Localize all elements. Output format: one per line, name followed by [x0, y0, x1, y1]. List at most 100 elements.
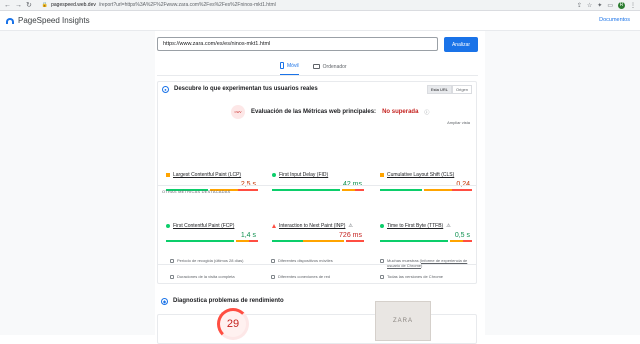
footer-text-suffix: )	[421, 263, 423, 268]
expand-view-link[interactable]: Ampliar vista	[447, 120, 470, 125]
assessment-result: No superada	[382, 109, 419, 115]
metric-name-link[interactable]: Largest Contentful Paint (LCP)	[173, 172, 241, 178]
footer-text: Periodo de recogida (últimos 28 días)	[177, 258, 244, 263]
metric-name-link[interactable]: Time to First Byte (TTFB)	[387, 223, 443, 229]
distribution-segment	[237, 189, 258, 191]
status-green-icon	[166, 224, 170, 228]
samples-icon	[380, 259, 384, 263]
footer-text: Todas las versiones de Chrome	[387, 274, 444, 279]
tab-desktop[interactable]: Ordenador	[312, 62, 347, 76]
metric-card: First Contentful Paint (FCP) 1,4 s	[166, 223, 258, 242]
distribution-segment	[272, 240, 304, 242]
logo[interactable]: PageSpeed Insights	[6, 16, 90, 25]
toggle-this-url[interactable]: Esta URL	[426, 85, 452, 94]
metric-name-link[interactable]: First Contentful Paint (FCP)	[173, 223, 234, 229]
status-orange-icon	[380, 173, 384, 177]
distribution-segment	[462, 240, 472, 242]
address-bar[interactable]: 🔒 pagespeed.web.dev/report?url=https%3A%…	[42, 2, 577, 8]
distribution-bar	[272, 189, 364, 191]
url-input[interactable]	[157, 37, 438, 51]
devices-icon	[271, 259, 275, 263]
browser-tools: ⇪ ☆ ✦ ▭ R ⋮	[577, 1, 636, 9]
distribution-segment	[248, 240, 258, 242]
status-green-icon	[380, 224, 384, 228]
metric-name-link[interactable]: Interaction to Next Paint (INP)	[279, 223, 345, 229]
experimental-icon: ⚠	[446, 223, 451, 229]
diagnose-icon: ◆	[161, 297, 168, 305]
calendar-icon	[170, 259, 174, 263]
field-data-title: Descubre lo que experimentan tus usuario…	[174, 86, 318, 92]
distribution-bar	[380, 189, 472, 191]
profile-avatar[interactable]: R	[618, 1, 625, 9]
footer-item: Diferentes dispositivos móviles	[271, 258, 371, 263]
address-domain: pagespeed.web.dev	[51, 2, 96, 8]
tabs-divider	[157, 75, 478, 76]
metric-name-link[interactable]: Cumulative Layout Shift (CLS)	[387, 172, 454, 178]
metric-label-row: Cumulative Layout Shift (CLS)	[380, 172, 472, 178]
tab-mobile[interactable]: Móvil	[280, 62, 299, 76]
distribution-segment	[380, 240, 449, 242]
analyze-button[interactable]: Analizar	[444, 37, 478, 52]
star-icon[interactable]: ☆	[587, 2, 592, 9]
url-origin-toggle: Esta URL Origen	[426, 85, 472, 94]
users-icon: ●	[162, 85, 169, 93]
metric-value: 726 ms	[339, 232, 362, 239]
toggle-origin[interactable]: Origen	[451, 85, 472, 94]
footer-item: Periodo de recogida (últimos 28 días)	[170, 258, 270, 263]
metric-card: Time to First Byte (TTFB) ⚠ 0,5 s	[380, 223, 472, 242]
main-content: Analizar Móvil Ordenador ● Descubre lo q…	[155, 31, 485, 344]
site-header: PageSpeed Insights Documentos	[0, 11, 640, 31]
distribution-segment	[303, 240, 344, 242]
distribution-bar	[380, 240, 472, 242]
wifi-icon	[271, 275, 275, 279]
browser-nav: ← → ↻	[4, 2, 32, 9]
metric-card: Cumulative Layout Shift (CLS)0,24	[380, 172, 472, 191]
footer-item: Muchas muestras (Informe de experiencia …	[380, 258, 480, 268]
info-icon[interactable]: ⓘ	[424, 109, 429, 116]
distribution-segment	[354, 189, 364, 191]
metric-value: 0,5 s	[454, 232, 470, 239]
forward-icon[interactable]: →	[15, 2, 22, 9]
page-screenshot-thumbnail: ZARA	[375, 301, 431, 341]
status-red-icon	[272, 224, 276, 228]
metric-label-row: Time to First Byte (TTFB) ⚠	[380, 223, 472, 229]
footer-text: Diferentes conexiones de red	[278, 274, 331, 279]
distribution-segment	[272, 189, 341, 191]
distribution-bar	[272, 240, 364, 242]
desktop-icon	[312, 64, 320, 69]
pagespeed-logo-icon	[6, 17, 14, 24]
docs-link[interactable]: Documentos	[599, 17, 630, 23]
reload-icon[interactable]: ↻	[26, 2, 32, 9]
metric-name-link[interactable]: First Input Delay (FID)	[279, 172, 328, 178]
footer-item: Todas las versiones de Chrome	[380, 274, 480, 279]
address-path: /report?url=https%3A%2F%2Fwww.zara.com%2…	[98, 2, 276, 8]
distribution-segment	[449, 240, 463, 242]
footer-item: Duraciones de la visita completa	[170, 274, 270, 279]
tab-mobile-label: Móvil	[287, 62, 299, 69]
footer-text: Duraciones de la visita completa	[177, 274, 235, 279]
menu-icon[interactable]: ⋮	[630, 2, 636, 9]
extensions-icon[interactable]: ✦	[597, 2, 602, 9]
assessment-label: Evaluación de las Métricas web principal…	[251, 109, 377, 115]
metric-card: First Input Delay (FID)42 ms	[272, 172, 364, 191]
field-data-section: ● Descubre lo que experimentan tus usuar…	[157, 81, 477, 284]
other-metrics-title: OTRAS MÉTRICAS DESTACADAS	[162, 189, 231, 194]
sidepanel-icon[interactable]: ▭	[607, 2, 613, 9]
metric-label-row: First Input Delay (FID)	[272, 172, 364, 178]
distribution-segment	[424, 189, 452, 191]
metric-label-row: First Contentful Paint (FCP)	[166, 223, 258, 229]
share-icon[interactable]: ⇪	[577, 2, 582, 9]
experimental-icon: ⚠	[348, 223, 353, 229]
tab-desktop-label: Ordenador	[322, 63, 347, 70]
browser-toolbar: ← → ↻ 🔒 pagespeed.web.dev/report?url=htt…	[0, 0, 640, 11]
distribution-segment	[166, 240, 235, 242]
status-orange-icon	[166, 173, 170, 177]
diagnose-title: Diagnostica problemas de rendimiento	[173, 298, 284, 304]
metric-value: 1,4 s	[240, 232, 256, 239]
metric-card: Interaction to Next Paint (INP) ⚠ 726 ms	[272, 223, 364, 242]
metric-label-row: Largest Contentful Paint (LCP)	[166, 172, 258, 178]
chrome-icon	[380, 275, 384, 279]
distribution-bar	[166, 240, 258, 242]
back-icon[interactable]: ←	[4, 2, 11, 9]
footer-text: Muchas muestras (Informe de experiencia …	[387, 258, 480, 268]
